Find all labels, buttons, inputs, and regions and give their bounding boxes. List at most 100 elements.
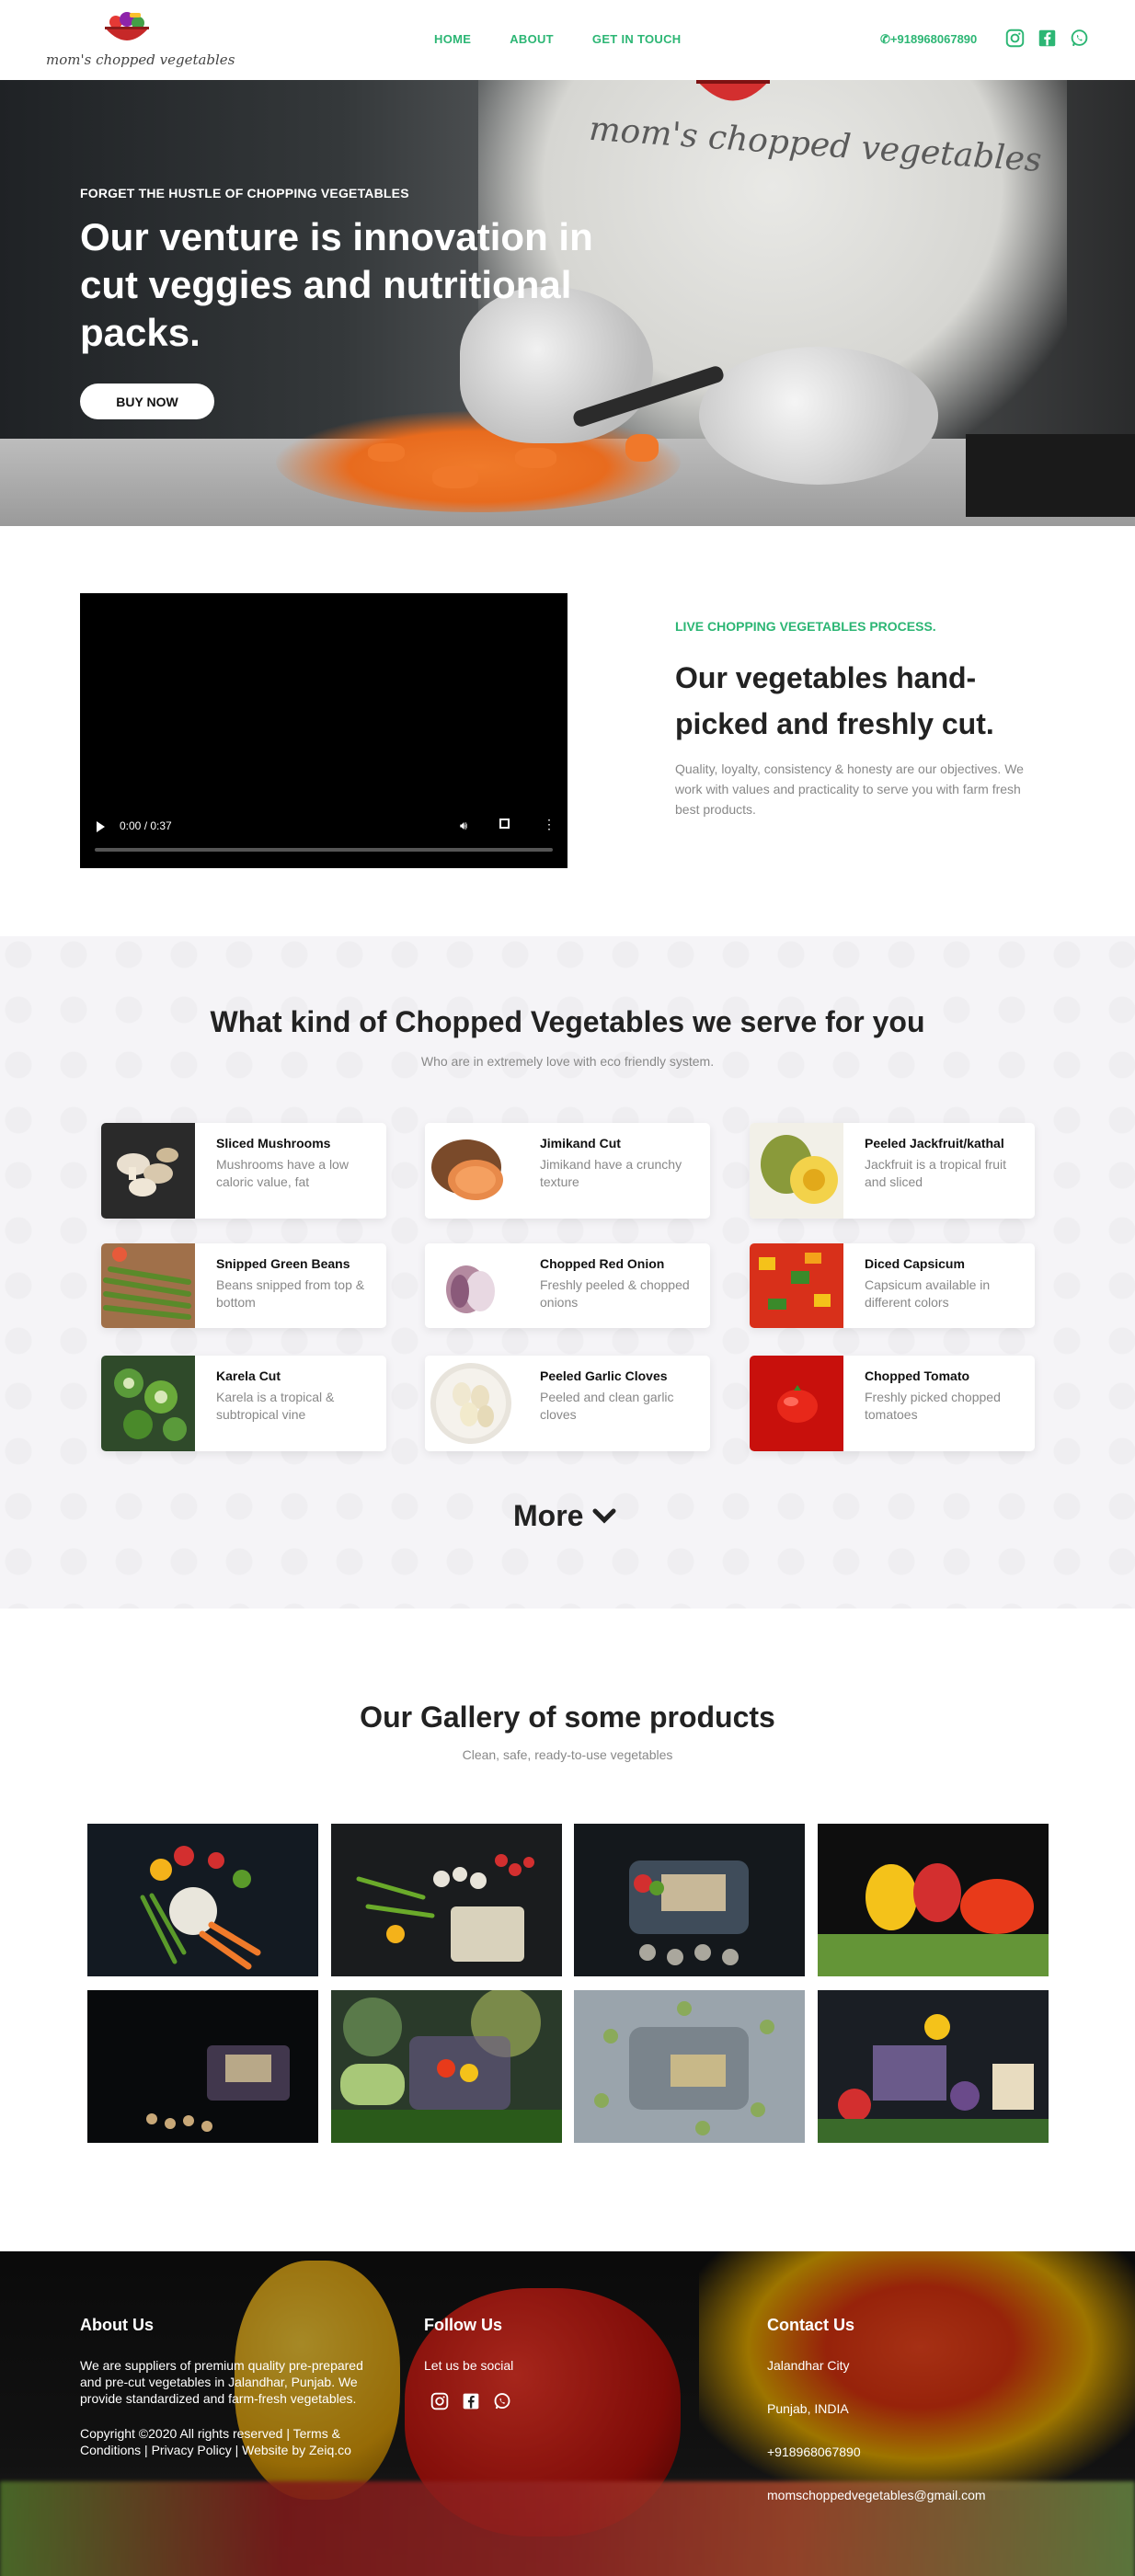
hero-title: Our venture is innovation in cut veggies… — [80, 215, 593, 354]
hero-kicker: FORGET THE HUSTLE OF CHOPPING VEGETABLES — [80, 186, 409, 200]
tomato-image — [750, 1356, 843, 1451]
gallery-image[interactable] — [331, 1824, 562, 1976]
product-desc: Freshly picked chopped tomatoes — [865, 1390, 1001, 1422]
intro-title: Our vegetables hand-picked and freshly c… — [675, 661, 994, 740]
gallery-image[interactable] — [574, 1824, 805, 1976]
nav-home[interactable]: HOME — [434, 32, 471, 46]
karela-image — [101, 1356, 195, 1451]
product-desc: Capsicum available in different colors — [865, 1277, 991, 1310]
footer-email[interactable]: momschoppedvegetables@gmail.com — [767, 2487, 1061, 2503]
mushroom-image — [101, 1123, 195, 1219]
shirt-logo-bowl — [696, 80, 770, 101]
footer-follow-title: Follow Us — [424, 2316, 502, 2334]
phone-icon: ✆ — [880, 32, 890, 46]
product-card[interactable]: Chopped Red Onion Freshly peeled & chopp… — [425, 1243, 710, 1328]
product-card[interactable]: Snipped Green Beans Beans snipped from t… — [101, 1243, 386, 1328]
product-card[interactable]: Peeled Garlic Cloves Peeled and clean ga… — [425, 1356, 710, 1451]
footer-contact: Contact Us Jalandhar City Punjab, INDIA … — [767, 2316, 1061, 2503]
footer-state: Punjab, INDIA — [767, 2401, 849, 2416]
footer-about-text: We are suppliers of premium quality pre-… — [80, 2358, 363, 2406]
product-name: Peeled Jackfruit/kathal — [865, 1136, 1004, 1151]
main-nav: HOME ABOUT GET IN TOUCH — [434, 32, 681, 46]
capsicum-image — [750, 1243, 843, 1328]
play-icon[interactable] — [97, 821, 105, 832]
facebook-icon[interactable] — [462, 2392, 480, 2410]
intro-text: Quality, loyalty, consistency & honesty … — [675, 761, 1024, 817]
product-card[interactable]: Karela Cut Karela is a tropical & subtro… — [101, 1356, 386, 1451]
header-socials — [1005, 29, 1089, 48]
product-desc: Karela is a tropical & subtropical vine — [216, 1390, 335, 1422]
video-progress-bar[interactable] — [95, 848, 553, 852]
product-desc: Mushrooms have a low caloric value, fat — [216, 1157, 349, 1189]
product-card[interactable]: Jimikand Cut Jimikand have a crunchy tex… — [425, 1123, 710, 1219]
whatsapp-icon[interactable] — [1070, 29, 1089, 48]
gallery-image[interactable] — [87, 1824, 318, 1976]
video-time: 0:00 / 0:37 — [120, 819, 172, 832]
footer-follow-text: Let us be social — [424, 2358, 514, 2373]
fullscreen-icon[interactable] — [499, 819, 510, 829]
product-name: Karela Cut — [216, 1368, 281, 1383]
footer-socials — [424, 2392, 608, 2410]
footer-contact-title: Contact Us — [767, 2316, 855, 2334]
hero-tray — [966, 434, 1135, 517]
product-name: Jimikand Cut — [540, 1136, 621, 1151]
gallery-image[interactable] — [818, 1824, 1049, 1976]
header-phone[interactable]: ✆+918968067890 — [880, 32, 977, 47]
gallery-image[interactable] — [87, 1990, 318, 2143]
gallery-subtitle: Clean, safe, ready-to-use vegetables — [462, 1747, 673, 1762]
jackfruit-image — [750, 1123, 843, 1219]
instagram-icon[interactable] — [430, 2392, 449, 2410]
carrot-piece — [432, 466, 478, 488]
logo-text: mom's chopped vegetables — [46, 52, 235, 68]
product-desc: Beans snipped from top & bottom — [216, 1277, 365, 1310]
product-card[interactable]: Peeled Jackfruit/kathal Jackfruit is a t… — [750, 1123, 1035, 1219]
phone-number: +918968067890 — [889, 32, 978, 46]
green-beans-image — [101, 1243, 195, 1328]
product-name: Peeled Garlic Cloves — [540, 1368, 668, 1383]
carrot-piece — [625, 434, 659, 462]
buy-now-button[interactable]: BUY NOW — [80, 384, 214, 419]
product-name: Sliced Mushrooms — [216, 1136, 331, 1151]
whatsapp-icon[interactable] — [493, 2392, 511, 2410]
product-card[interactable]: Sliced Mushrooms Mushrooms have a low ca… — [101, 1123, 386, 1219]
footer-phone[interactable]: +918968067890 — [767, 2444, 1061, 2460]
more-options-icon[interactable]: ⋮ — [543, 817, 556, 832]
footer-city: Jalandhar City — [767, 2358, 850, 2373]
instagram-icon[interactable] — [1005, 29, 1025, 48]
product-desc: Jimikand have a crunchy texture — [540, 1157, 682, 1189]
logo[interactable]: mom's chopped vegetables — [46, 6, 235, 75]
facebook-icon[interactable] — [1038, 29, 1057, 48]
video-player[interactable]: 0:00 / 0:37 🔊︎ ⋮ — [80, 593, 568, 868]
jimikand-image — [425, 1123, 519, 1219]
hero-carrots — [276, 411, 681, 512]
product-name: Diced Capsicum — [865, 1256, 965, 1271]
footer-follow: Follow Us Let us be social — [424, 2316, 608, 2410]
gallery-title: Our Gallery of some products — [360, 1700, 775, 1734]
vegetable-bowl-icon — [105, 12, 149, 40]
nav-get-in-touch[interactable]: GET IN TOUCH — [592, 32, 682, 46]
product-desc: Jackfruit is a tropical fruit and sliced — [865, 1157, 1007, 1189]
more-link[interactable]: More — [513, 1499, 616, 1533]
hero-glove-right — [699, 347, 938, 485]
product-name: Snipped Green Beans — [216, 1256, 350, 1271]
chevron-down-icon — [592, 1508, 616, 1524]
more-label: More — [513, 1499, 584, 1532]
site-header: mom's chopped vegetables HOME ABOUT GET … — [0, 0, 1135, 80]
volume-icon[interactable]: 🔊︎ — [460, 819, 467, 833]
nav-about[interactable]: ABOUT — [510, 32, 554, 46]
carrot-piece — [515, 448, 556, 468]
gallery-image[interactable] — [818, 1990, 1049, 2143]
gallery-image[interactable] — [574, 1990, 805, 2143]
product-name: Chopped Tomato — [865, 1368, 970, 1383]
red-onion-image — [425, 1243, 519, 1328]
footer-about-title: About Us — [80, 2316, 154, 2334]
footer-about: About Us We are suppliers of premium qua… — [80, 2316, 384, 2458]
carrot-piece — [368, 443, 405, 462]
product-desc: Peeled and clean garlic cloves — [540, 1390, 674, 1422]
product-card[interactable]: Diced Capsicum Capsicum available in dif… — [750, 1243, 1035, 1328]
gallery-image[interactable] — [331, 1990, 562, 2143]
products-subtitle: Who are in extremely love with eco frien… — [420, 1054, 715, 1069]
footer-copyright[interactable]: Copyright ©2020 All rights reserved | Te… — [80, 2425, 384, 2458]
product-desc: Freshly peeled & chopped onions — [540, 1277, 690, 1310]
product-card[interactable]: Chopped Tomato Freshly picked chopped to… — [750, 1356, 1035, 1451]
